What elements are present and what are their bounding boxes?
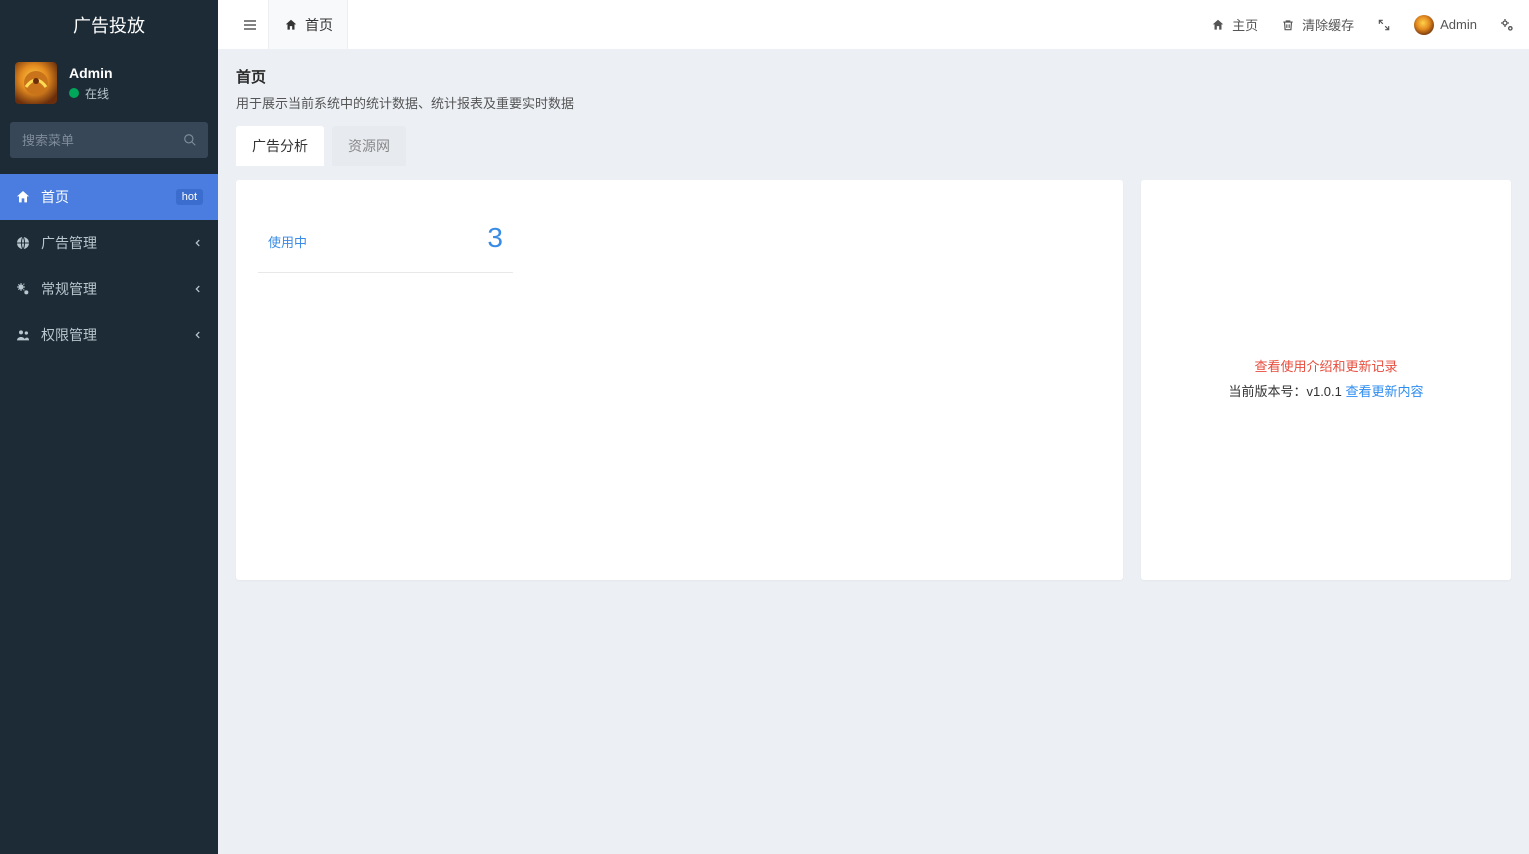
stat-label: 使用中: [268, 232, 307, 251]
update-intro-link[interactable]: 查看使用介绍和更新记录: [1228, 355, 1423, 380]
gears-icon: [1499, 17, 1515, 33]
home-icon: [1210, 17, 1226, 33]
search-icon[interactable]: [172, 122, 208, 158]
tab-resource[interactable]: 资源网: [332, 126, 406, 166]
user-menu[interactable]: Admin: [1414, 15, 1477, 35]
nav-label: 主页: [1232, 15, 1258, 34]
trash-icon: [1280, 17, 1296, 33]
stat-value: 3: [487, 222, 503, 254]
main: 首页 主页 清除缓存: [218, 0, 1529, 854]
clear-cache-button[interactable]: 清除缓存: [1280, 15, 1354, 34]
fullscreen-button[interactable]: [1376, 17, 1392, 33]
page-header: 首页 用于展示当前系统中的统计数据、统计报表及重要实时数据 广告分析 资源网: [218, 50, 1529, 180]
version-prefix: 当前版本号：: [1228, 384, 1306, 399]
sidebar-item-ad-mgmt[interactable]: 广告管理: [0, 220, 218, 266]
content-area: 使用中 3 查看使用介绍和更新记录 当前版本号：v1.0.1 查看更新内容: [218, 180, 1529, 598]
nav-home-link[interactable]: 主页: [1210, 15, 1258, 34]
hot-badge: hot: [176, 189, 203, 205]
sidebar-item-label: 广告管理: [41, 233, 97, 253]
sidebar-item-general-mgmt[interactable]: 常规管理: [0, 266, 218, 312]
sidebar-menu: 首页 hot 广告管理: [0, 174, 218, 358]
sidebar-item-label: 首页: [41, 187, 69, 207]
version-number: v1.0.1: [1306, 384, 1341, 399]
browser-icon: [15, 235, 31, 251]
page-description: 用于展示当前系统中的统计数据、统计报表及重要实时数据: [236, 93, 1511, 112]
settings-button[interactable]: [1499, 17, 1515, 33]
tab-analysis[interactable]: 广告分析: [236, 126, 324, 166]
page-title: 首页: [236, 66, 1511, 87]
topbar: 首页 主页 清除缓存: [218, 0, 1529, 50]
brand-title: 广告投放: [0, 0, 218, 50]
chevron-left-icon: [193, 238, 203, 248]
sidebar-search: [10, 122, 208, 158]
stat-in-use: 使用中 3: [258, 208, 513, 273]
home-icon: [283, 17, 299, 33]
online-dot-icon: [69, 88, 79, 98]
sidebar-item-perm-mgmt[interactable]: 权限管理: [0, 312, 218, 358]
tab-home[interactable]: 首页: [268, 0, 348, 49]
sidebar-item-label: 常规管理: [41, 279, 97, 299]
view-update-link[interactable]: 查看更新内容: [1346, 384, 1424, 399]
status-label: 在线: [85, 85, 109, 102]
chevron-left-icon: [193, 284, 203, 294]
sidebar-status: 在线: [69, 85, 113, 102]
users-icon: [15, 327, 31, 343]
avatar[interactable]: [15, 62, 57, 104]
sidebar-item-label: 权限管理: [41, 325, 97, 345]
expand-icon: [1376, 17, 1392, 33]
avatar-icon: [1414, 15, 1434, 35]
nav-label: 清除缓存: [1302, 15, 1354, 34]
chevron-left-icon: [193, 330, 203, 340]
version-line: 当前版本号：v1.0.1 查看更新内容: [1228, 380, 1423, 405]
tab-label: 首页: [305, 15, 333, 35]
gears-icon: [15, 281, 31, 297]
nav-label: Admin: [1440, 17, 1477, 32]
home-icon: [15, 189, 31, 205]
update-panel: 查看使用介绍和更新记录 当前版本号：v1.0.1 查看更新内容: [1141, 180, 1511, 580]
stats-panel: 使用中 3: [236, 180, 1123, 580]
sidebar-user-panel: Admin 在线: [0, 50, 218, 116]
content-tabs: 广告分析 资源网: [236, 126, 1511, 166]
sidebar-item-home[interactable]: 首页 hot: [0, 174, 218, 220]
hamburger-button[interactable]: [232, 17, 268, 33]
sidebar: 广告投放 Admin 在线: [0, 0, 218, 854]
sidebar-username: Admin: [69, 65, 113, 81]
